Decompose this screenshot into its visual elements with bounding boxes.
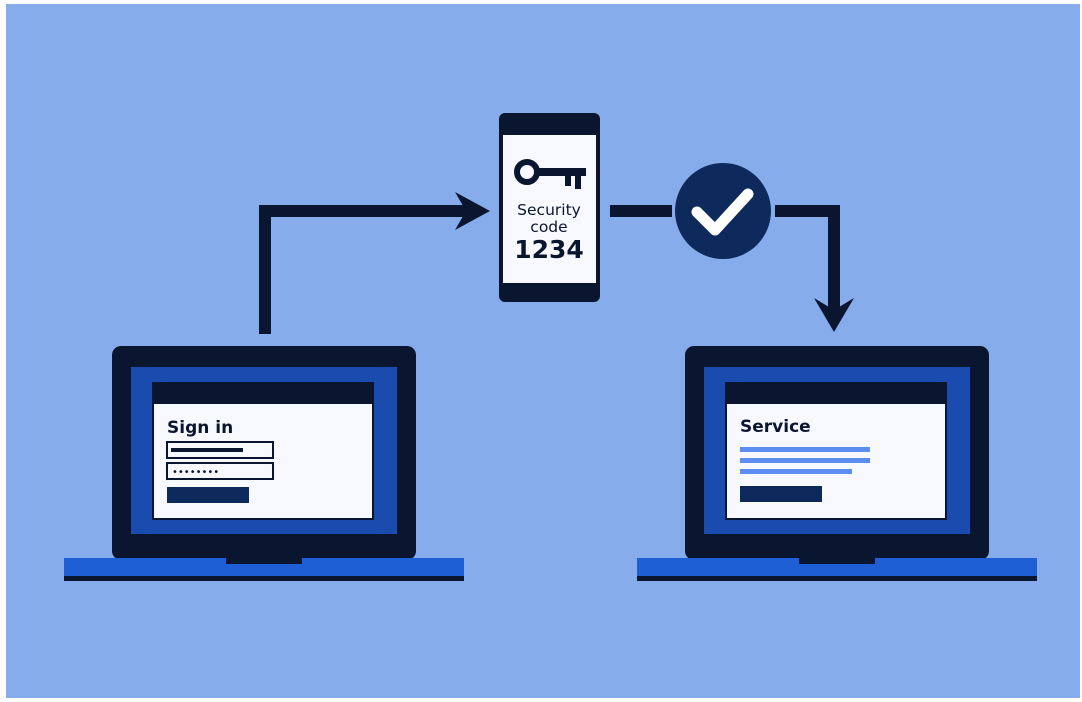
left-laptop: Sign in ••••••••	[64, 346, 464, 581]
content-line	[740, 458, 870, 463]
right-laptop: Service	[637, 346, 1037, 581]
check-circle-icon	[675, 163, 771, 259]
sign-in-title: Sign in	[167, 418, 233, 438]
sign-in-submit-button	[167, 487, 249, 503]
content-line	[740, 447, 870, 452]
service-title: Service	[740, 417, 811, 437]
security-label-line1: Security	[517, 201, 581, 219]
service-button	[740, 486, 822, 502]
phone: Security code 1234	[499, 113, 600, 302]
content-line	[740, 469, 852, 474]
two-factor-diagram: Security code 1234 Sign in •••••••• Serv…	[6, 4, 1080, 698]
security-code: 1234	[514, 235, 584, 264]
security-label-line2: code	[530, 218, 567, 236]
password-dots: ••••••••	[172, 467, 219, 478]
